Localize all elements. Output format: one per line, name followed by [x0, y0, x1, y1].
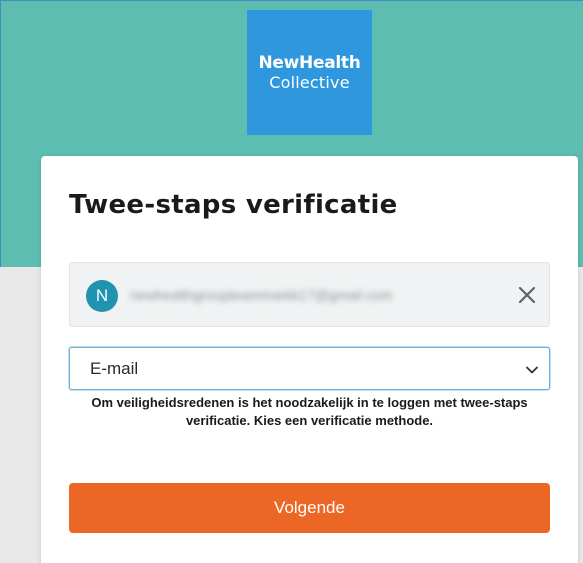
page-title: Twee-staps verificatie: [69, 190, 398, 220]
chevron-down-icon: [526, 366, 538, 374]
logo-line2: Collective: [269, 73, 350, 92]
verification-card: Twee-staps verificatie N newhealthgroupt…: [41, 156, 578, 563]
close-icon: [518, 286, 536, 304]
verification-method-select[interactable]: E-mail: [69, 347, 550, 390]
security-notice: Om veiligheidsredenen is het noodzakelij…: [91, 395, 528, 428]
logo-line1: NewHealth: [258, 53, 361, 73]
brand-logo: NewHealth Collective: [247, 10, 372, 135]
remove-account-button[interactable]: [515, 283, 539, 307]
avatar: N: [86, 280, 118, 312]
account-email: newhealthgroupteammarkk17@gmail.com: [130, 287, 393, 303]
account-chip: N newhealthgroupteammarkk17@gmail.com: [69, 262, 550, 327]
selected-method: E-mail: [90, 359, 139, 378]
next-button[interactable]: Volgende: [69, 483, 550, 533]
